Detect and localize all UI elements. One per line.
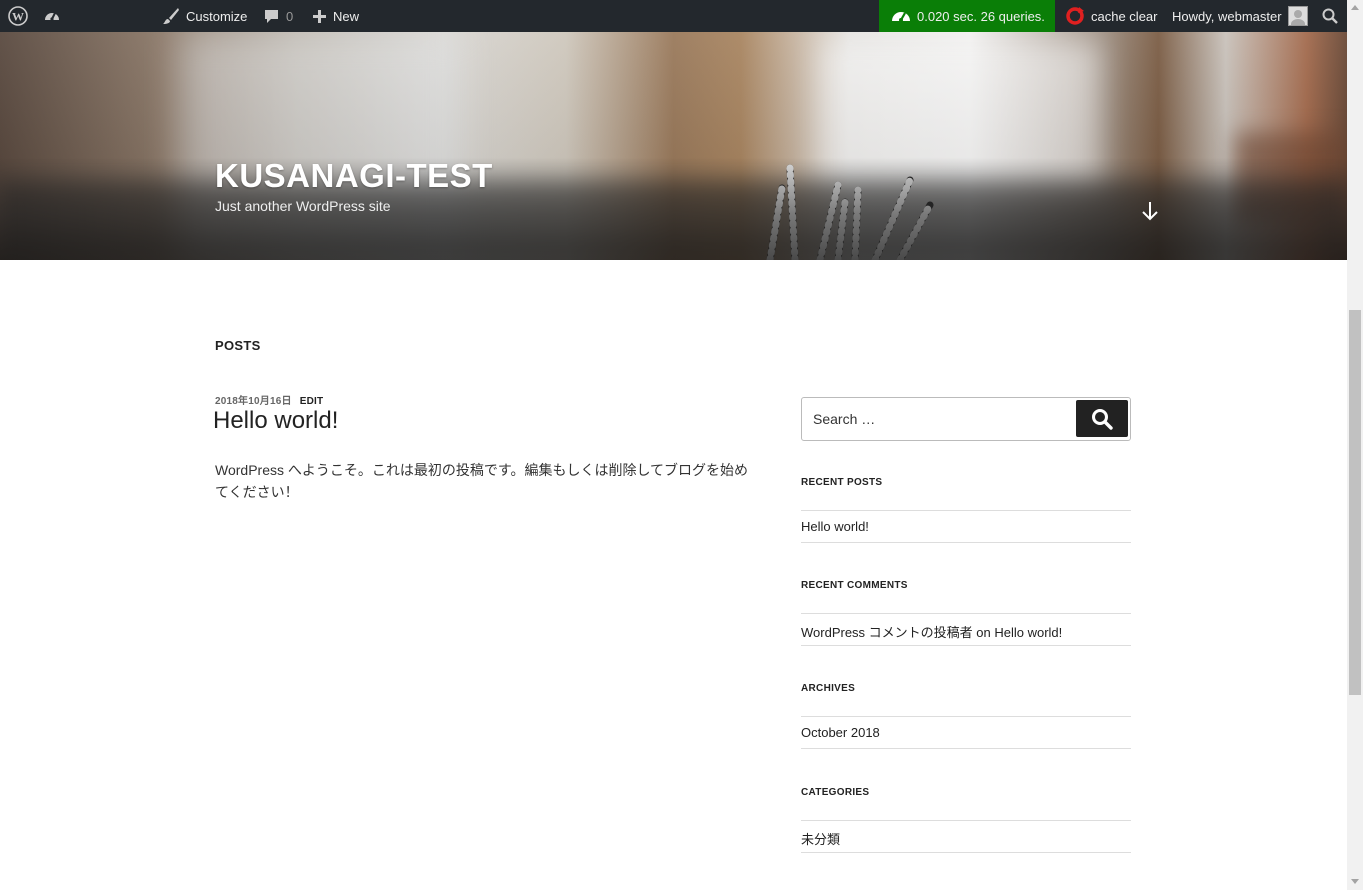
recent-comment-link[interactable]: WordPress コメントの投稿者 on Hello world! <box>801 622 1062 641</box>
recent-comments-list: WordPress コメントの投稿者 on Hello world! <box>801 613 1131 646</box>
cache-clear-label: cache clear <box>1091 8 1158 24</box>
new-label: New <box>333 8 360 24</box>
scroll-down-arrow-icon[interactable] <box>1140 200 1160 227</box>
cache-clear-button[interactable]: cache clear <box>1065 0 1157 32</box>
svg-text:W: W <box>12 10 24 24</box>
search-button[interactable] <box>1076 400 1128 437</box>
speedometer-icon <box>892 12 910 22</box>
edit-link[interactable]: EDIT <box>300 396 324 407</box>
post-title[interactable]: Hello world! <box>213 407 338 435</box>
category-link[interactable]: 未分類 <box>801 829 840 848</box>
new-content-button[interactable]: New <box>312 0 359 32</box>
search-icon <box>1092 408 1113 430</box>
admin-search-button[interactable] <box>1322 0 1338 32</box>
wordpress-logo-icon[interactable]: W <box>8 0 28 32</box>
categories-title: CATEGORIES <box>801 787 870 798</box>
search-input[interactable] <box>803 399 1093 439</box>
categories-list: 未分類 <box>801 820 1131 853</box>
scrollbar-thumb[interactable] <box>1349 310 1361 695</box>
customize-label: Customize <box>186 8 248 24</box>
archive-link[interactable]: October 2018 <box>801 725 880 740</box>
recent-comments-title: RECENT COMMENTS <box>801 580 908 591</box>
performance-badge[interactable]: 0.020 sec. 26 queries. <box>879 0 1055 32</box>
paintbrush-icon <box>163 8 179 24</box>
avatar <box>1287 6 1308 26</box>
site-title[interactable]: KUSANAGI-TEST <box>215 157 493 195</box>
performance-text: 0.020 sec. 26 queries. <box>917 8 1045 24</box>
howdy-text: Howdy, webmaster <box>1172 8 1282 24</box>
site-description: Just another WordPress site <box>215 198 391 214</box>
post-excerpt: WordPress へようこそ。これは最初の投稿です。編集もしくは削除してブログ… <box>215 462 749 500</box>
comment-bubble-icon <box>265 9 278 23</box>
search-form <box>801 397 1131 441</box>
search-icon <box>1322 8 1338 24</box>
recent-post-link[interactable]: Hello world! <box>801 519 869 534</box>
comments-button[interactable]: 0 <box>263 0 293 32</box>
admin-bar: W Customize 0 New 0.020 sec. 26 queries.… <box>0 0 1347 32</box>
refresh-icon <box>1066 7 1084 25</box>
recent-posts-title: RECENT POSTS <box>801 477 883 488</box>
archives-list: October 2018 <box>801 716 1131 749</box>
scroll-down-button-icon[interactable] <box>1351 879 1359 884</box>
post-date[interactable]: 2018年10月16日 <box>215 396 292 407</box>
customize-button[interactable]: Customize <box>162 0 247 32</box>
scroll-up-arrow-icon[interactable] <box>1351 5 1359 10</box>
post-meta: 2018年10月16日 EDIT <box>215 392 323 407</box>
dashboard-icon[interactable] <box>43 0 61 32</box>
archives-title: ARCHIVES <box>801 683 856 694</box>
account-menu[interactable]: Howdy, webmaster <box>1172 0 1308 32</box>
plus-icon <box>313 9 326 23</box>
comments-count: 0 <box>286 8 294 24</box>
posts-heading: POSTS <box>215 338 261 353</box>
recent-posts-list: Hello world! <box>801 510 1131 543</box>
